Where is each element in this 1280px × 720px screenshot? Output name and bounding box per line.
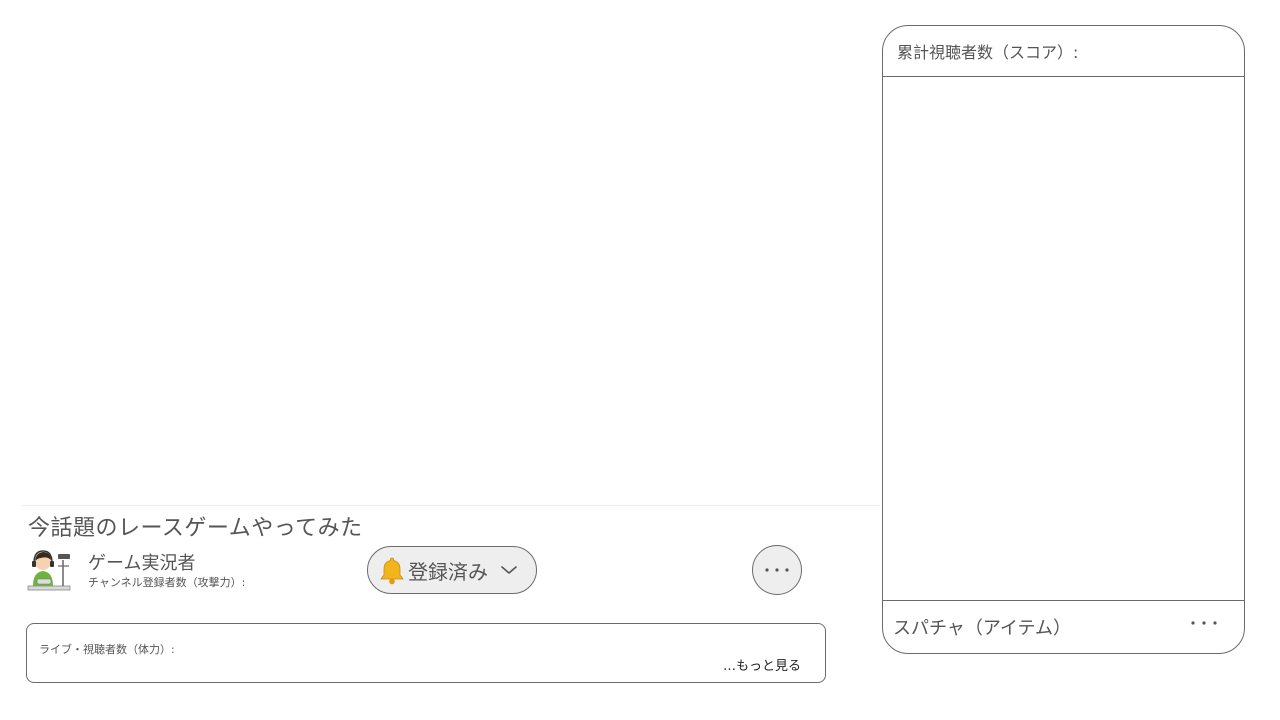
superchat-label[interactable]: スパチャ（アイテム）: [893, 614, 1071, 640]
video-title: 今話題のレースゲームやってみた: [28, 516, 363, 541]
show-more-link[interactable]: …もっと見る: [723, 655, 801, 674]
streamer-avatar-icon[interactable]: [27, 546, 73, 594]
chat-messages-area[interactable]: [883, 77, 1244, 602]
video-player[interactable]: [22, 0, 880, 506]
bell-icon: [380, 557, 404, 585]
channel-name[interactable]: ゲーム実況者: [88, 552, 195, 576]
subscriber-count-label: チャンネル登録者数（攻撃力）:: [88, 576, 246, 589]
live-viewers-label: ライブ・視聴者数（体力）:: [39, 643, 175, 656]
more-dots-icon: [765, 568, 789, 572]
chevron-down-icon: [501, 566, 517, 574]
description-box[interactable]: ライブ・視聴者数（体力）: …もっと見る: [26, 623, 826, 683]
subscribe-button[interactable]: 登録済み: [367, 546, 537, 594]
more-dots-icon: [1191, 621, 1217, 625]
chat-footer: スパチャ（アイテム）: [883, 600, 1244, 653]
subscribe-label: 登録済み: [408, 559, 488, 584]
cumulative-viewers-label: 累計視聴者数（スコア）:: [897, 43, 1079, 62]
chat-header: 累計視聴者数（スコア）:: [883, 26, 1244, 77]
chat-more-button[interactable]: [1186, 611, 1222, 635]
chat-panel: 累計視聴者数（スコア）: スパチャ（アイテム）: [882, 25, 1245, 654]
more-actions-button[interactable]: [752, 545, 802, 595]
